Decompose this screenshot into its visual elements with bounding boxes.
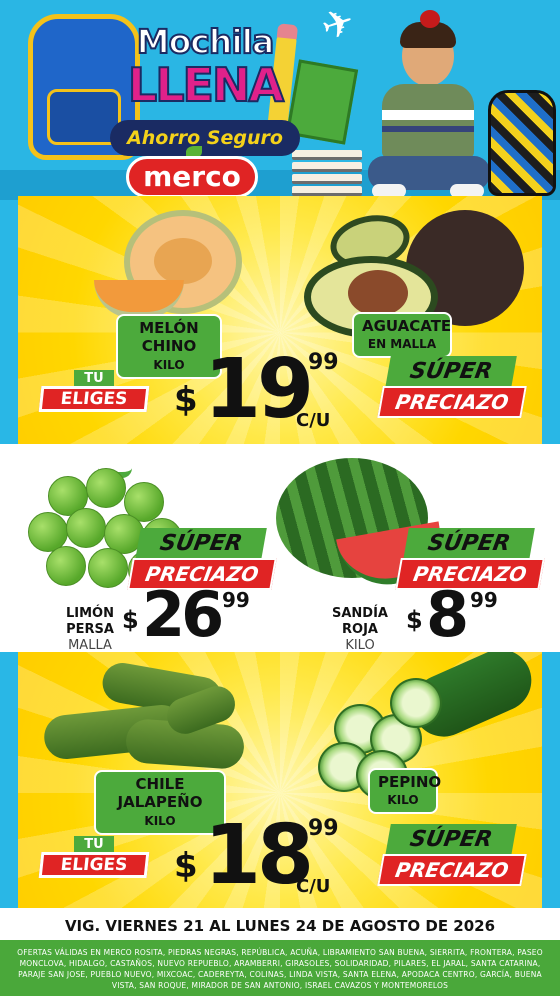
price-decimal: 99 bbox=[308, 350, 339, 375]
sandia-label: SANDÍA ROJA KILO bbox=[328, 606, 392, 652]
limon-super-label: SÚPER bbox=[135, 528, 267, 560]
price-integer: 19 bbox=[204, 342, 314, 437]
sandia-price-integer: 8 bbox=[426, 578, 469, 651]
participating-stores: OFERTAS VÁLIDAS EN MERCO ROSITA, PIEDRAS… bbox=[0, 940, 560, 996]
chile-price-currency: $ bbox=[174, 846, 198, 886]
pepino-name-tag: PEPINO KILO bbox=[368, 768, 442, 814]
logo-mochila: Mochila bbox=[136, 21, 275, 62]
tu-eliges-badge-2: TU ELIGES bbox=[38, 836, 150, 880]
limon-price-decimal: 99 bbox=[222, 588, 250, 612]
chile-price-unit: C/U bbox=[296, 876, 331, 897]
price-currency: $ bbox=[174, 380, 198, 420]
limon-unit: MALLA bbox=[68, 638, 112, 652]
limon-name-line2: PERSA bbox=[66, 622, 114, 637]
chile-price-integer: 18 bbox=[204, 808, 314, 903]
super-label-2: SÚPER bbox=[385, 824, 517, 856]
offer-panel-chile-pepino: CHILE JALAPEÑO KILO PEPINO KILO TU ELIGE… bbox=[18, 652, 542, 908]
sandia-name-line1: SANDÍA bbox=[332, 606, 388, 621]
pepino-unit: KILO bbox=[387, 793, 419, 807]
chile-name-line2: JALAPEÑO bbox=[117, 793, 203, 811]
logo-llena: LLENA bbox=[127, 57, 285, 113]
aguacate-name-line1: AGUACATE bbox=[362, 317, 452, 335]
pepino-name: PEPINO bbox=[378, 773, 442, 791]
aguacate-name-tag: AGUACATE EN MALLA bbox=[352, 312, 452, 358]
paper-plane-icon: ✈ bbox=[315, 0, 360, 50]
aguacate-name-line2: EN MALLA bbox=[367, 337, 437, 351]
super-label: SÚPER bbox=[385, 356, 517, 388]
sandia-name-line2: ROJA bbox=[342, 622, 378, 637]
price-18-99: $ 18 99 C/U bbox=[174, 808, 354, 904]
books-stack-illustration bbox=[292, 150, 362, 198]
kid-photo bbox=[368, 8, 490, 200]
header-banner: ✈ Mochila LLENA Ahorro Seguro merco bbox=[0, 0, 560, 200]
tu-eliges-badge: TU ELIGES bbox=[38, 370, 150, 414]
melon-image bbox=[94, 210, 244, 318]
sandia-super-label: SÚPER bbox=[403, 528, 535, 560]
chile-price-decimal: 99 bbox=[308, 816, 339, 841]
melon-name-line1: MELÓN bbox=[139, 319, 199, 337]
campaign-logo: Mochila LLENA Ahorro Seguro bbox=[110, 21, 300, 172]
price-19-99: $ 19 99 C/U bbox=[174, 342, 354, 438]
limon-name-line1: LIMÓN bbox=[66, 606, 114, 621]
super-preciazo-badge-2: SÚPER PRECIAZO bbox=[377, 824, 527, 888]
limon-price-currency: $ bbox=[122, 606, 139, 634]
limon-price-integer: 26 bbox=[142, 578, 224, 651]
price-8-99: $ 8 99 bbox=[406, 578, 526, 652]
sandia-price-currency: $ bbox=[406, 606, 423, 634]
preciazo-label-2: PRECIAZO bbox=[377, 854, 527, 886]
tu-eliges-bottom-2: ELIGES bbox=[38, 852, 150, 878]
offer-panel-melon-aguacate: MELÓN CHINO KILO AGUACATE EN MALLA TU EL… bbox=[18, 196, 542, 444]
merco-brand-logo: merco bbox=[126, 156, 258, 198]
sandia-super-preciazo-badge: SÚPER PRECIAZO bbox=[395, 528, 545, 592]
sandia-price-decimal: 99 bbox=[470, 588, 498, 612]
price-unit: C/U bbox=[296, 410, 331, 431]
sandia-unit: KILO bbox=[345, 638, 375, 652]
price-26-99: $ 26 99 bbox=[122, 578, 282, 652]
validity-dates: VIG. VIERNES 21 AL LUNES 24 DE AGOSTO DE… bbox=[0, 908, 560, 944]
limon-label: LIMÓN PERSA MALLA bbox=[58, 606, 122, 652]
chile-unit: KILO bbox=[144, 814, 176, 828]
offer-panel-limon-sandia: SÚPER PRECIAZO SÚPER PRECIAZO LIMÓN PERS… bbox=[0, 444, 560, 652]
tu-eliges-bottom: ELIGES bbox=[38, 386, 150, 412]
checkered-backpack-illustration bbox=[488, 90, 556, 196]
super-preciazo-badge: SÚPER PRECIAZO bbox=[377, 356, 527, 420]
preciazo-label: PRECIAZO bbox=[377, 386, 527, 418]
chile-name-line1: CHILE bbox=[135, 775, 185, 793]
logo-ahorro-seguro: Ahorro Seguro bbox=[110, 120, 300, 156]
